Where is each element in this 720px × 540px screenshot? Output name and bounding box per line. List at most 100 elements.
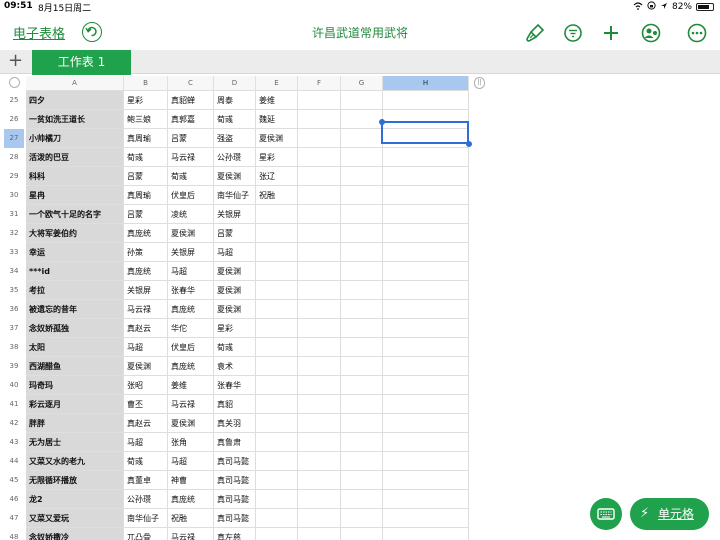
cell-a[interactable]: 考拉 <box>26 281 124 300</box>
row-header[interactable]: 28 <box>4 148 24 167</box>
cell-e[interactable] <box>256 262 298 281</box>
cell-d[interactable]: 袁术 <box>214 357 256 376</box>
cell-b[interactable]: 真庞统 <box>124 224 168 243</box>
cell-b[interactable]: 真周瑜 <box>124 186 168 205</box>
cell-d[interactable]: 真司马懿 <box>214 471 256 490</box>
cell-f[interactable] <box>298 281 341 300</box>
cell-a[interactable]: 科科 <box>26 167 124 186</box>
cell-c[interactable]: 张春华 <box>168 281 214 300</box>
cell-g[interactable] <box>341 490 383 509</box>
cell-g[interactable] <box>341 205 383 224</box>
cell-f[interactable] <box>298 110 341 129</box>
cell-d[interactable]: 夏侯渊 <box>214 262 256 281</box>
cell-g[interactable] <box>341 471 383 490</box>
cell-e[interactable]: 魏延 <box>256 110 298 129</box>
cell-g[interactable] <box>341 528 383 540</box>
cell-f[interactable] <box>298 205 341 224</box>
cell-c[interactable]: 姜维 <box>168 376 214 395</box>
cell-g[interactable] <box>341 167 383 186</box>
cell-h[interactable] <box>383 281 469 300</box>
cell-e[interactable] <box>256 357 298 376</box>
cell-f[interactable] <box>298 433 341 452</box>
cell-d[interactable]: 真司马懿 <box>214 490 256 509</box>
cell-c[interactable]: 真貂蝉 <box>168 91 214 110</box>
row-header[interactable]: 29 <box>4 167 24 186</box>
cell-h[interactable] <box>383 433 469 452</box>
cell-b[interactable]: 孙策 <box>124 243 168 262</box>
cell-d[interactable]: 公孙瓒 <box>214 148 256 167</box>
cell-g[interactable] <box>341 129 383 148</box>
cell-a[interactable]: 活泼的巴豆 <box>26 148 124 167</box>
cell-f[interactable] <box>298 528 341 540</box>
row-header[interactable]: 35 <box>4 281 24 300</box>
cell-d[interactable]: 荀彧 <box>214 110 256 129</box>
cell-d[interactable]: 吕蒙 <box>214 224 256 243</box>
cell-f[interactable] <box>298 262 341 281</box>
cell-e[interactable]: 祝融 <box>256 186 298 205</box>
column-header-f[interactable]: F <box>298 76 341 90</box>
cell-e[interactable] <box>256 224 298 243</box>
cell-a[interactable]: 被遗忘的昔年 <box>26 300 124 319</box>
cell-c[interactable]: 华佗 <box>168 319 214 338</box>
row-header[interactable]: 38 <box>4 338 24 357</box>
cell-b[interactable]: 荀彧 <box>124 148 168 167</box>
cell-e[interactable] <box>256 376 298 395</box>
cell-e[interactable] <box>256 395 298 414</box>
cell-f[interactable] <box>298 471 341 490</box>
cell-e[interactable] <box>256 243 298 262</box>
cell-e[interactable]: 夏侯渊 <box>256 129 298 148</box>
cell-f[interactable] <box>298 509 341 528</box>
add-icon[interactable] <box>600 22 622 44</box>
cell-g[interactable] <box>341 262 383 281</box>
cell-c[interactable]: 夏侯渊 <box>168 414 214 433</box>
cell-f[interactable] <box>298 414 341 433</box>
row-header[interactable]: 47 <box>4 509 24 528</box>
cell-h[interactable] <box>383 338 469 357</box>
column-header-c[interactable]: C <box>168 76 214 90</box>
cell-c[interactable]: 真庞统 <box>168 357 214 376</box>
cell-d[interactable]: 强盗 <box>214 129 256 148</box>
cell-a[interactable]: 无限循环播放 <box>26 471 124 490</box>
cell-b[interactable]: 兀凸骨 <box>124 528 168 540</box>
cell-c[interactable]: 荀彧 <box>168 167 214 186</box>
cell-e[interactable] <box>256 433 298 452</box>
column-header-d[interactable]: D <box>214 76 256 90</box>
cell-f[interactable] <box>298 319 341 338</box>
cell-b[interactable]: 真赵云 <box>124 319 168 338</box>
cell-f[interactable] <box>298 224 341 243</box>
spreadsheet-grid[interactable]: 诸葛翻盘左慈将公孙瓒南华仙子姜维25四夕星彩真貂蝉周泰姜维26一贫如洗王道长鲍三… <box>0 90 470 540</box>
cell-d[interactable]: 星彩 <box>214 319 256 338</box>
cell-f[interactable] <box>298 129 341 148</box>
cell-c[interactable]: 祝融 <box>168 509 214 528</box>
cell-c[interactable]: 马云禄 <box>168 528 214 540</box>
cell-h[interactable] <box>383 205 469 224</box>
cell-d[interactable]: 真关羽 <box>214 414 256 433</box>
cell-g[interactable] <box>341 281 383 300</box>
cell-h[interactable] <box>383 91 469 110</box>
row-header[interactable]: 39 <box>4 357 24 376</box>
cell-f[interactable] <box>298 395 341 414</box>
cell-f[interactable] <box>298 186 341 205</box>
cell-e[interactable] <box>256 452 298 471</box>
cell-h[interactable] <box>383 300 469 319</box>
cell-d[interactable]: 荀彧 <box>214 338 256 357</box>
cell-a[interactable]: 念奴娇孤独 <box>26 319 124 338</box>
cell-f[interactable] <box>298 376 341 395</box>
cell-d[interactable]: 马超 <box>214 243 256 262</box>
cell-g[interactable] <box>341 376 383 395</box>
cell-e[interactable]: 姜维 <box>256 91 298 110</box>
row-header[interactable]: 48 <box>4 528 24 540</box>
row-header[interactable]: 41 <box>4 395 24 414</box>
cell-a[interactable]: 星冉 <box>26 186 124 205</box>
collaborate-icon[interactable] <box>640 22 662 44</box>
cell-h[interactable] <box>383 509 469 528</box>
cell-g[interactable] <box>341 110 383 129</box>
row-header[interactable]: 33 <box>4 243 24 262</box>
cell-d[interactable]: 夏侯渊 <box>214 300 256 319</box>
cell-c[interactable]: 伏皇后 <box>168 338 214 357</box>
row-header[interactable]: 25 <box>4 91 24 110</box>
cell-f[interactable] <box>298 357 341 376</box>
cell-a[interactable]: 幸运 <box>26 243 124 262</box>
cell-h[interactable] <box>383 186 469 205</box>
cell-g[interactable] <box>341 452 383 471</box>
